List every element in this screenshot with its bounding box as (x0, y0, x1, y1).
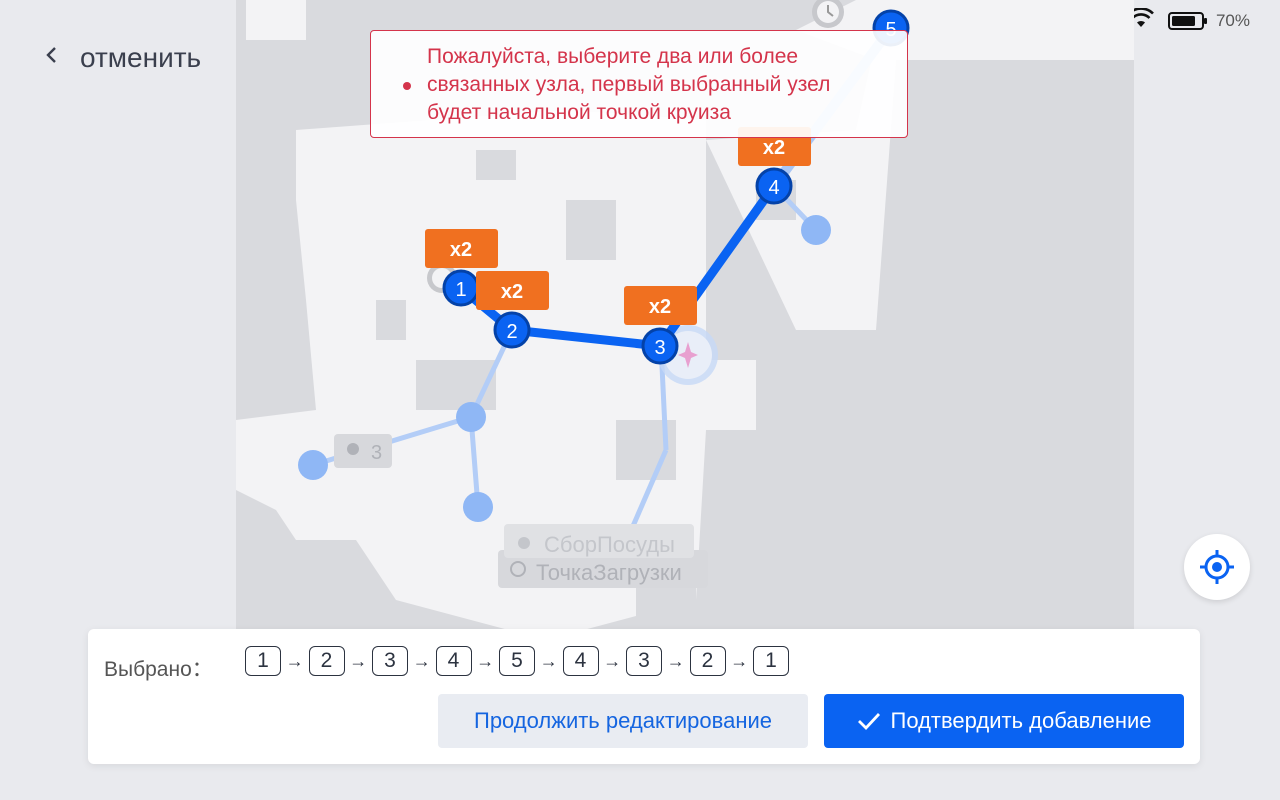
svg-text:СборПосуды: СборПосуды (544, 532, 675, 557)
svg-text:2: 2 (506, 321, 517, 343)
arrow-right-icon: → (476, 650, 495, 671)
sequence-node: 1 (753, 646, 789, 676)
confirm-add-button[interactable]: Подтвердить добавление (824, 694, 1184, 748)
svg-text:4: 4 (768, 177, 779, 199)
arrow-right-icon: → (349, 650, 368, 671)
bullet-dot (403, 82, 411, 90)
sequence-node: 4 (435, 646, 472, 676)
arrow-right-icon: → (666, 650, 685, 671)
svg-text:ТочкаЗагрузки: ТочкаЗагрузки (536, 560, 682, 585)
selection-panel: Выбрано： 1 → 2 → 3 → 4 → 5 → 4 → 3 → 2 →… (88, 629, 1200, 764)
arrow-right-icon: → (603, 650, 622, 671)
svg-text:x2: x2 (649, 296, 671, 318)
instruction-alert: Пожалуйста, выберите два или более связа… (370, 30, 908, 138)
chevron-left-icon (44, 44, 58, 72)
sequence-node: 2 (689, 646, 726, 676)
sequence-node: 4 (562, 646, 599, 676)
svg-text:x2: x2 (501, 281, 523, 303)
cancel-back-button[interactable]: отменить (44, 42, 201, 74)
crosshair-icon (1200, 550, 1234, 584)
svg-text:3: 3 (371, 442, 382, 464)
poi-dish-collection: СборПосуды (504, 524, 694, 558)
svg-text:x2: x2 (450, 239, 472, 261)
check-icon (857, 713, 880, 731)
selected-sequence: 1 → 2 → 3 → 4 → 5 → 4 → 3 → 2 → 1 (245, 646, 789, 676)
battery-icon (1167, 11, 1207, 30)
speed-tag: x2 (425, 229, 498, 268)
battery-indicator: 70% (1167, 10, 1250, 31)
poi-marker-s: 3 (334, 434, 392, 468)
locate-robot-button[interactable] (1184, 534, 1250, 600)
speed-tag: x2 (476, 271, 549, 310)
sequence-node: 5 (499, 646, 535, 676)
battery-text: 70% (1215, 10, 1250, 30)
alert-text: Пожалуйста, выберите два или более связа… (427, 45, 831, 124)
status-bar: 70% (1128, 7, 1250, 33)
sequence-node: 3 (626, 646, 662, 676)
arrow-right-icon: → (730, 650, 749, 671)
continue-editing-button[interactable]: Продолжить редактирование (438, 694, 808, 748)
svg-text:1: 1 (455, 279, 466, 301)
cancel-label: отменить (80, 42, 202, 73)
arrow-right-icon: → (285, 650, 304, 671)
sequence-node: 2 (308, 646, 345, 676)
route-node-2[interactable]: 2 (493, 311, 531, 349)
route-node-4[interactable]: 4 (755, 167, 793, 205)
selected-label: Выбрано： (104, 658, 213, 681)
arrow-right-icon: → (412, 650, 431, 671)
svg-text:3: 3 (654, 337, 665, 359)
sequence-node: 1 (245, 646, 281, 676)
svg-text:x2: x2 (763, 137, 785, 159)
route-node-1[interactable]: 1 (442, 269, 480, 307)
arrow-right-icon: → (539, 650, 558, 671)
route-node-3[interactable]: 3 (641, 327, 679, 365)
confirm-label: Подтвердить добавление (890, 708, 1152, 733)
sequence-node: 3 (372, 646, 408, 676)
speed-tag: x2 (624, 286, 697, 325)
